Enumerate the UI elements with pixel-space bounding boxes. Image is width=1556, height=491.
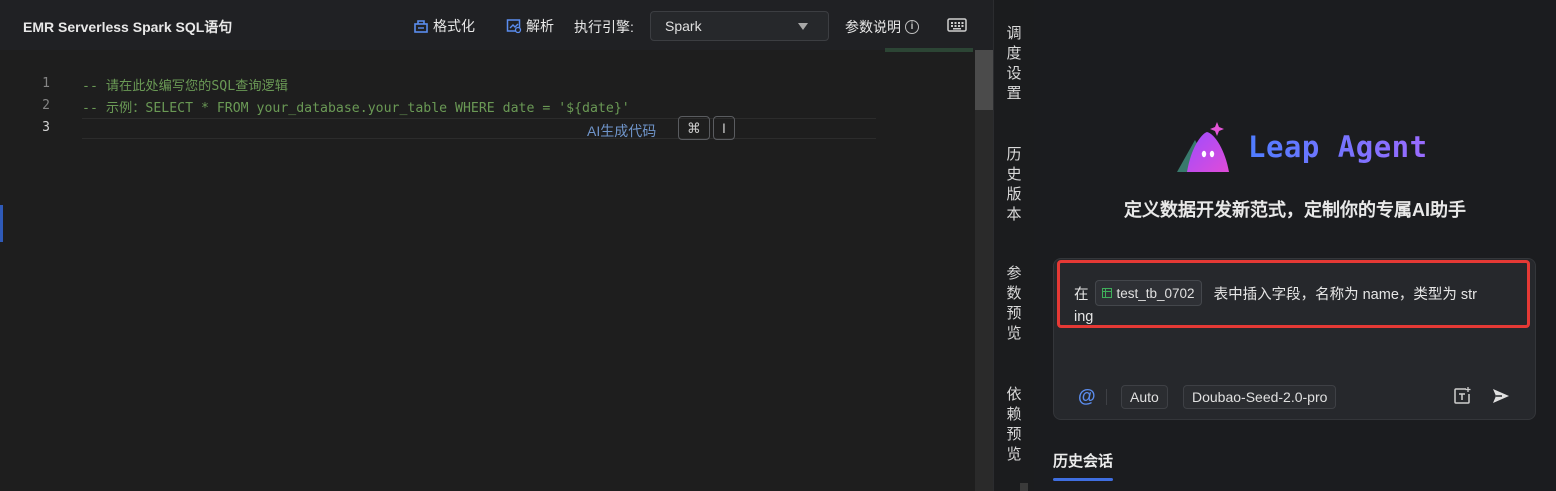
history-sessions-title[interactable]: 历史会话 [1053,450,1113,471]
shortcut-key-i: I [713,116,735,140]
current-line-highlight [82,118,876,139]
tab-char: 设 [1006,65,1022,82]
line-number: 2 [42,98,50,113]
agent-tagline: 定义数据开发新范式，定制你的专属AI助手 [1124,200,1466,220]
tab-char: 调 [1006,25,1022,42]
format-button[interactable]: 格式化 [413,16,475,36]
line-number: 3 [42,120,50,135]
table-icon [1101,288,1112,298]
tab-char: 预 [1006,426,1022,443]
leap-agent-logo-icon [1177,122,1229,172]
code-line[interactable]: -- 示例：SELECT * FROM your_database.your_t… [82,97,630,116]
engine-label: 执行引擎: [574,19,634,35]
send-icon[interactable] [1491,386,1511,406]
tab-history-versions[interactable]: 历 史 版 本 [994,145,1034,225]
model-select[interactable]: Doubao-Seed-2.0-pro [1183,385,1337,409]
mention-at-icon[interactable]: @ [1078,386,1096,407]
panel-scrollbar[interactable] [1020,483,1028,491]
tab-char: 置 [1006,85,1022,102]
brand-name: Leap Agent [1248,130,1428,164]
mode-select[interactable]: Auto [1121,385,1168,409]
editor-panel: EMR Serverless Spark SQL语句 格式化 解析 执行引擎: … [0,0,993,491]
tab-char: 数 [1006,285,1022,302]
tab-char: 预 [1006,305,1022,322]
format-icon [414,20,428,33]
editor-title: EMR Serverless Spark SQL语句 [23,19,233,35]
engine-select[interactable]: Spark [650,11,829,41]
tab-char: 本 [1006,206,1022,223]
editor-scrollbar[interactable] [975,50,993,491]
info-icon: i [905,20,919,34]
params-help-label: 参数说明 [845,19,901,35]
parse-icon [506,19,522,34]
tab-char: 参 [1006,265,1022,282]
prompt-prefix: 在 [1074,286,1089,303]
gutter-marker [0,205,3,242]
prompt-suffix: 表中插入字段，名称为 name，类型为 str [1213,286,1478,303]
engine-select-value: Spark [665,18,702,34]
parse-label: 解析 [526,18,554,34]
prompt-text-line2[interactable]: ing [1074,309,1093,325]
prompt-text[interactable]: 在 test_tb_0702 表中插入字段，名称为 name，类型为 str [1074,280,1477,306]
code-line[interactable]: -- 请在此处编写您的SQL查询逻辑 [82,75,288,94]
table-mention-label: test_tb_0702 [1116,285,1195,301]
params-help-button[interactable]: 参数说明 i [845,17,919,37]
divider [1106,389,1107,405]
tab-char: 览 [1006,325,1022,342]
shortcut-key-cmd: ⌘ [678,116,710,140]
tab-char: 度 [1006,45,1022,62]
tab-char: 览 [1006,446,1022,463]
tab-char: 依 [1006,386,1022,403]
tab-char: 历 [1006,146,1022,163]
tab-dependency-preview[interactable]: 依 赖 预 览 [994,385,1034,465]
scrollbar-thumb[interactable] [975,50,993,110]
side-tab-bar: 调 度 设 置 历 史 版 本 参 数 预 览 依 赖 预 览 [993,0,1034,491]
tab-schedule-settings[interactable]: 调 度 设 置 [994,24,1034,104]
keyboard-icon[interactable] [947,17,967,33]
tab-char: 史 [1006,166,1022,183]
tab-params-preview[interactable]: 参 数 预 览 [994,264,1034,344]
tab-char: 赖 [1006,406,1022,423]
line-number: 1 [42,76,50,91]
format-label: 格式化 [433,18,475,34]
code-editor[interactable]: 1 -- 请在此处编写您的SQL查询逻辑 2 -- 示例：SELECT * FR… [0,48,975,491]
table-mention-chip[interactable]: test_tb_0702 [1094,280,1202,306]
add-text-icon[interactable] [1452,386,1472,406]
editor-toolbar: EMR Serverless Spark SQL语句 格式化 解析 执行引擎: … [0,0,993,51]
chevron-down-icon [798,23,808,30]
tab-char: 版 [1006,186,1022,203]
parse-button[interactable]: 解析 [506,16,554,36]
minimap [885,48,973,52]
history-tab-indicator [1053,478,1113,481]
ai-generate-hint[interactable]: AI生成代码 [587,121,656,141]
